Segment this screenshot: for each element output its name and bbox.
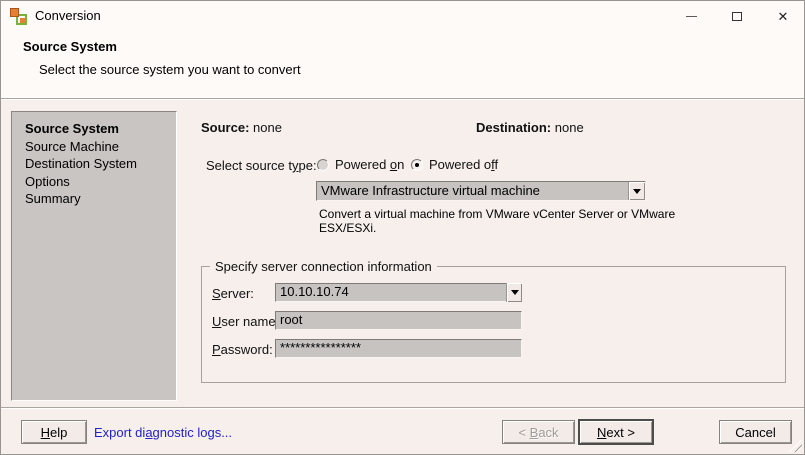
close-icon: ✕ [778,10,789,23]
wizard-steps-sidebar: Source System Source Machine Destination… [11,111,177,401]
sidebar-item-source-system[interactable]: Source System [25,120,176,138]
password-masked-value: **************** [280,340,517,357]
radio-powered-off-circle-icon [411,159,423,171]
destination-status-value: none [555,120,584,135]
source-status-label: Source: [201,120,249,135]
minimize-button[interactable] [668,1,714,31]
source-status-value: none [253,120,282,135]
server-combo[interactable]: 10.10.10.74 [275,283,522,302]
sidebar-item-options[interactable]: Options [25,173,176,191]
conversion-wizard-window: Conversion ✕ Source System Select the so… [0,0,805,455]
server-combo-value: 10.10.10.74 [280,284,506,301]
maximize-icon [732,12,742,21]
export-diagnostic-logs-link[interactable]: Export diagnostic logs... [94,425,232,440]
destination-status: Destination: none [476,120,584,135]
source-type-dropdown[interactable]: VMware Infrastructure virtual machine [316,181,646,201]
password-label: Password: [212,342,273,357]
maximize-button[interactable] [714,1,760,31]
radio-powered-on-circle-icon [317,159,329,171]
next-button[interactable]: Next > [578,419,654,445]
server-combo-button[interactable] [506,283,522,302]
footer-separator [1,407,804,409]
cancel-button[interactable]: Cancel [719,420,792,444]
minimize-icon [686,16,697,17]
username-value: root [280,312,517,329]
window-title: Conversion [35,1,101,31]
chevron-down-icon [511,290,519,299]
page-subtitle: Select the source system you want to con… [39,62,301,77]
groupbox-legend: Specify server connection information [210,259,437,274]
sidebar-item-destination-system[interactable]: Destination System [25,155,176,173]
username-label: User name: [212,314,279,329]
radio-powered-off[interactable]: Powered off [411,157,498,172]
help-button[interactable]: Help [21,420,87,444]
server-connection-groupbox: Specify server connection information Se… [201,266,786,383]
username-field[interactable]: root [275,311,522,330]
radio-powered-off-label: Powered off [429,157,498,172]
radio-powered-on-label: Powered on [335,157,404,172]
wizard-header: Source System Select the source system y… [1,31,804,99]
close-button[interactable]: ✕ [760,1,805,31]
back-button[interactable]: < Back [502,420,575,444]
source-type-description: Convert a virtual machine from VMware vC… [319,207,687,235]
sidebar-item-source-machine[interactable]: Source Machine [25,138,176,156]
chevron-down-icon [633,189,641,198]
source-type-dropdown-value: VMware Infrastructure virtual machine [317,182,628,200]
source-type-dropdown-button[interactable] [628,182,645,200]
source-type-label: Select source type: [206,158,317,173]
destination-status-label: Destination: [476,120,551,135]
app-icon [10,8,27,25]
password-field[interactable]: **************** [275,339,522,358]
title-bar: Conversion ✕ [1,1,804,31]
radio-powered-on[interactable]: Powered on [317,157,404,172]
server-label: Server: [212,286,254,301]
page-title: Source System [23,39,117,54]
source-status: Source: none [201,120,282,135]
sidebar-item-summary[interactable]: Summary [25,190,176,208]
